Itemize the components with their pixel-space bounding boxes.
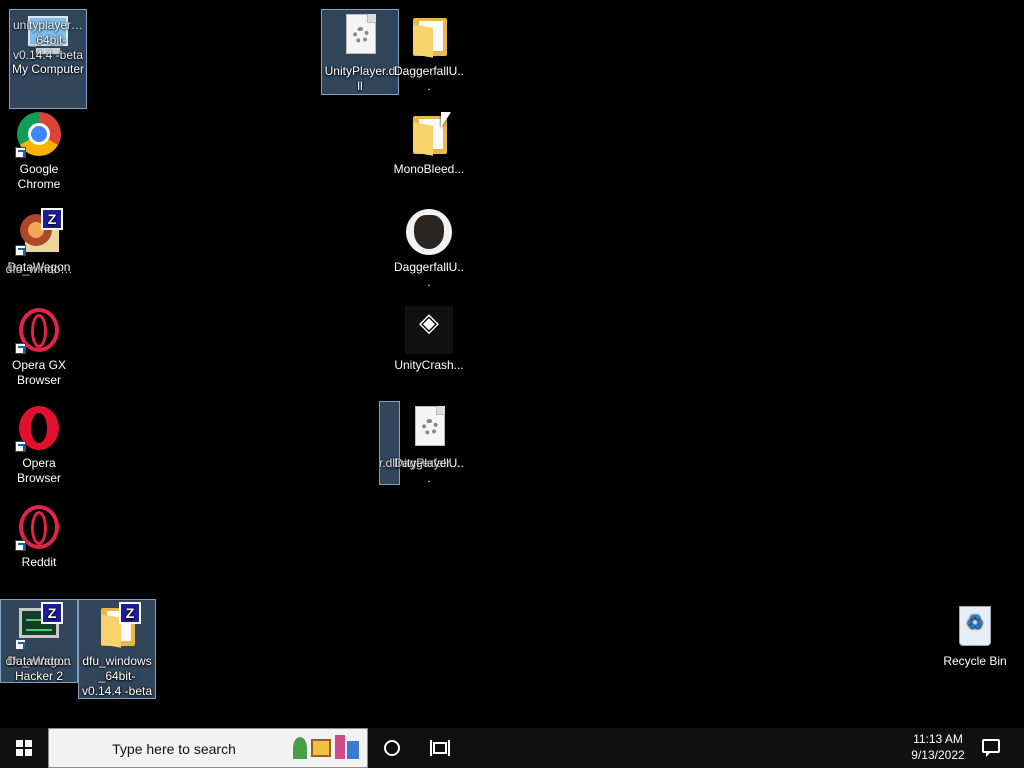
shortcut-arrow-icon [15, 245, 26, 256]
zip-folder-icon: Z [93, 602, 141, 650]
search-input[interactable] [57, 737, 291, 761]
datawagon-icon: Z [15, 208, 63, 256]
taskbar: 11:13 AM 9/13/2022 [0, 728, 1024, 768]
icon-label: Opera Browser [16, 456, 61, 485]
desktop-icon-opera-gx[interactable]: Opera GX Browser [1, 304, 77, 388]
settings-file-icon [405, 404, 453, 452]
desktop-icon-dfu-windows[interactable]: Z dfu_windows _64bit-v0.14.4 -beta [78, 599, 156, 699]
opera-icon [15, 404, 63, 452]
icon-label-overlap: r.dllnityPlayer... [379, 456, 460, 470]
icon-label: My Computer [11, 62, 85, 76]
recycle-bin-icon [951, 602, 999, 650]
shortcut-arrow-icon [15, 639, 26, 650]
icon-label: UnityPlayer.dll [324, 64, 396, 93]
desktop-icon-opera[interactable]: Opera Browser [1, 402, 77, 486]
opera-gx-icon [15, 503, 63, 551]
notification-center-icon[interactable] [982, 739, 1000, 757]
icon-label-overlap: dfu_windo… [5, 262, 73, 276]
icon-label: Recycle Bin [943, 654, 1007, 668]
desktop-icon-reddit[interactable]: Reddit [1, 501, 77, 570]
desktop-icon-unityplayer-dll[interactable]: UnityPlayer.dll [321, 9, 399, 95]
icon-label: DaggerfallU... [393, 260, 465, 289]
shortcut-arrow-icon [15, 540, 26, 551]
icon-label-overlap: unityplayer… _64bit-v0.14.4 -beta [12, 18, 84, 62]
icon-label: MonoBleed... [393, 162, 465, 176]
desktop-icon-datawagon-hacker[interactable]: Z DataWagon Hacker 2 dfu_windo… [0, 599, 78, 683]
clock-date: 9/13/2022 [911, 748, 965, 762]
shortcut-arrow-icon [15, 441, 26, 452]
unity-icon: ◈ [405, 306, 453, 354]
desktop-icon-datawagon[interactable]: Z DataWagon dfu_windo… [1, 206, 77, 276]
windows-logo-icon [16, 740, 32, 756]
desktop-icon-unitycrash[interactable]: ◈ UnityCrash... [391, 304, 467, 373]
cortana-circle-icon[interactable] [384, 740, 400, 756]
desktop-icon-my-computer[interactable]: unityplayer… _64bit-v0.14.4 -beta My Com… [9, 9, 87, 109]
hacker-monitor-icon: Z [15, 602, 63, 650]
desktop-icon-recycle-bin[interactable]: Recycle Bin [937, 600, 1013, 669]
shortcut-arrow-icon [15, 147, 26, 158]
start-button[interactable] [0, 728, 48, 768]
shortcut-arrow-icon [15, 343, 26, 354]
icon-label: Opera GX Browser [11, 358, 67, 387]
icon-label: DaggerfallU... [393, 64, 465, 93]
settings-file-icon [336, 12, 384, 60]
clock-time: 11:13 AM [913, 732, 963, 746]
desktop-icon-google-chrome[interactable]: Google Chrome [1, 108, 77, 192]
icon-label: Reddit [21, 555, 57, 569]
desktop-icon-monobleed[interactable]: MonoBleed... [391, 108, 467, 177]
desktop[interactable]: unityplayer… _64bit-v0.14.4 -beta My Com… [0, 0, 1024, 728]
daggerfall-icon [405, 208, 453, 256]
clock[interactable]: 11:13 AM 9/13/2022 [900, 731, 976, 763]
icon-label: UnityCrash... [394, 358, 464, 372]
icon-label-overlap: dfu_windo… [5, 654, 73, 668]
opera-gx-icon [15, 306, 63, 354]
icon-label: Google Chrome [17, 162, 61, 191]
icon-label: dfu_windows _64bit-v0.14.4 -beta [81, 654, 153, 698]
desktop-icon-daggerfall-folder[interactable]: DaggerfallU... [391, 10, 467, 94]
desktop-icon-daggerfall-dragged[interactable]: DaggerfallU... r.dllnityPlayer... [379, 402, 467, 486]
chrome-icon [15, 110, 63, 158]
folder-icon [405, 12, 453, 60]
search-box[interactable] [48, 728, 368, 768]
desktop-icon-daggerfall-exe[interactable]: DaggerfallU... [391, 206, 467, 290]
search-highlight-art-icon [291, 733, 363, 763]
task-view-icon[interactable] [430, 740, 450, 756]
mouse-cursor-icon [441, 112, 451, 128]
